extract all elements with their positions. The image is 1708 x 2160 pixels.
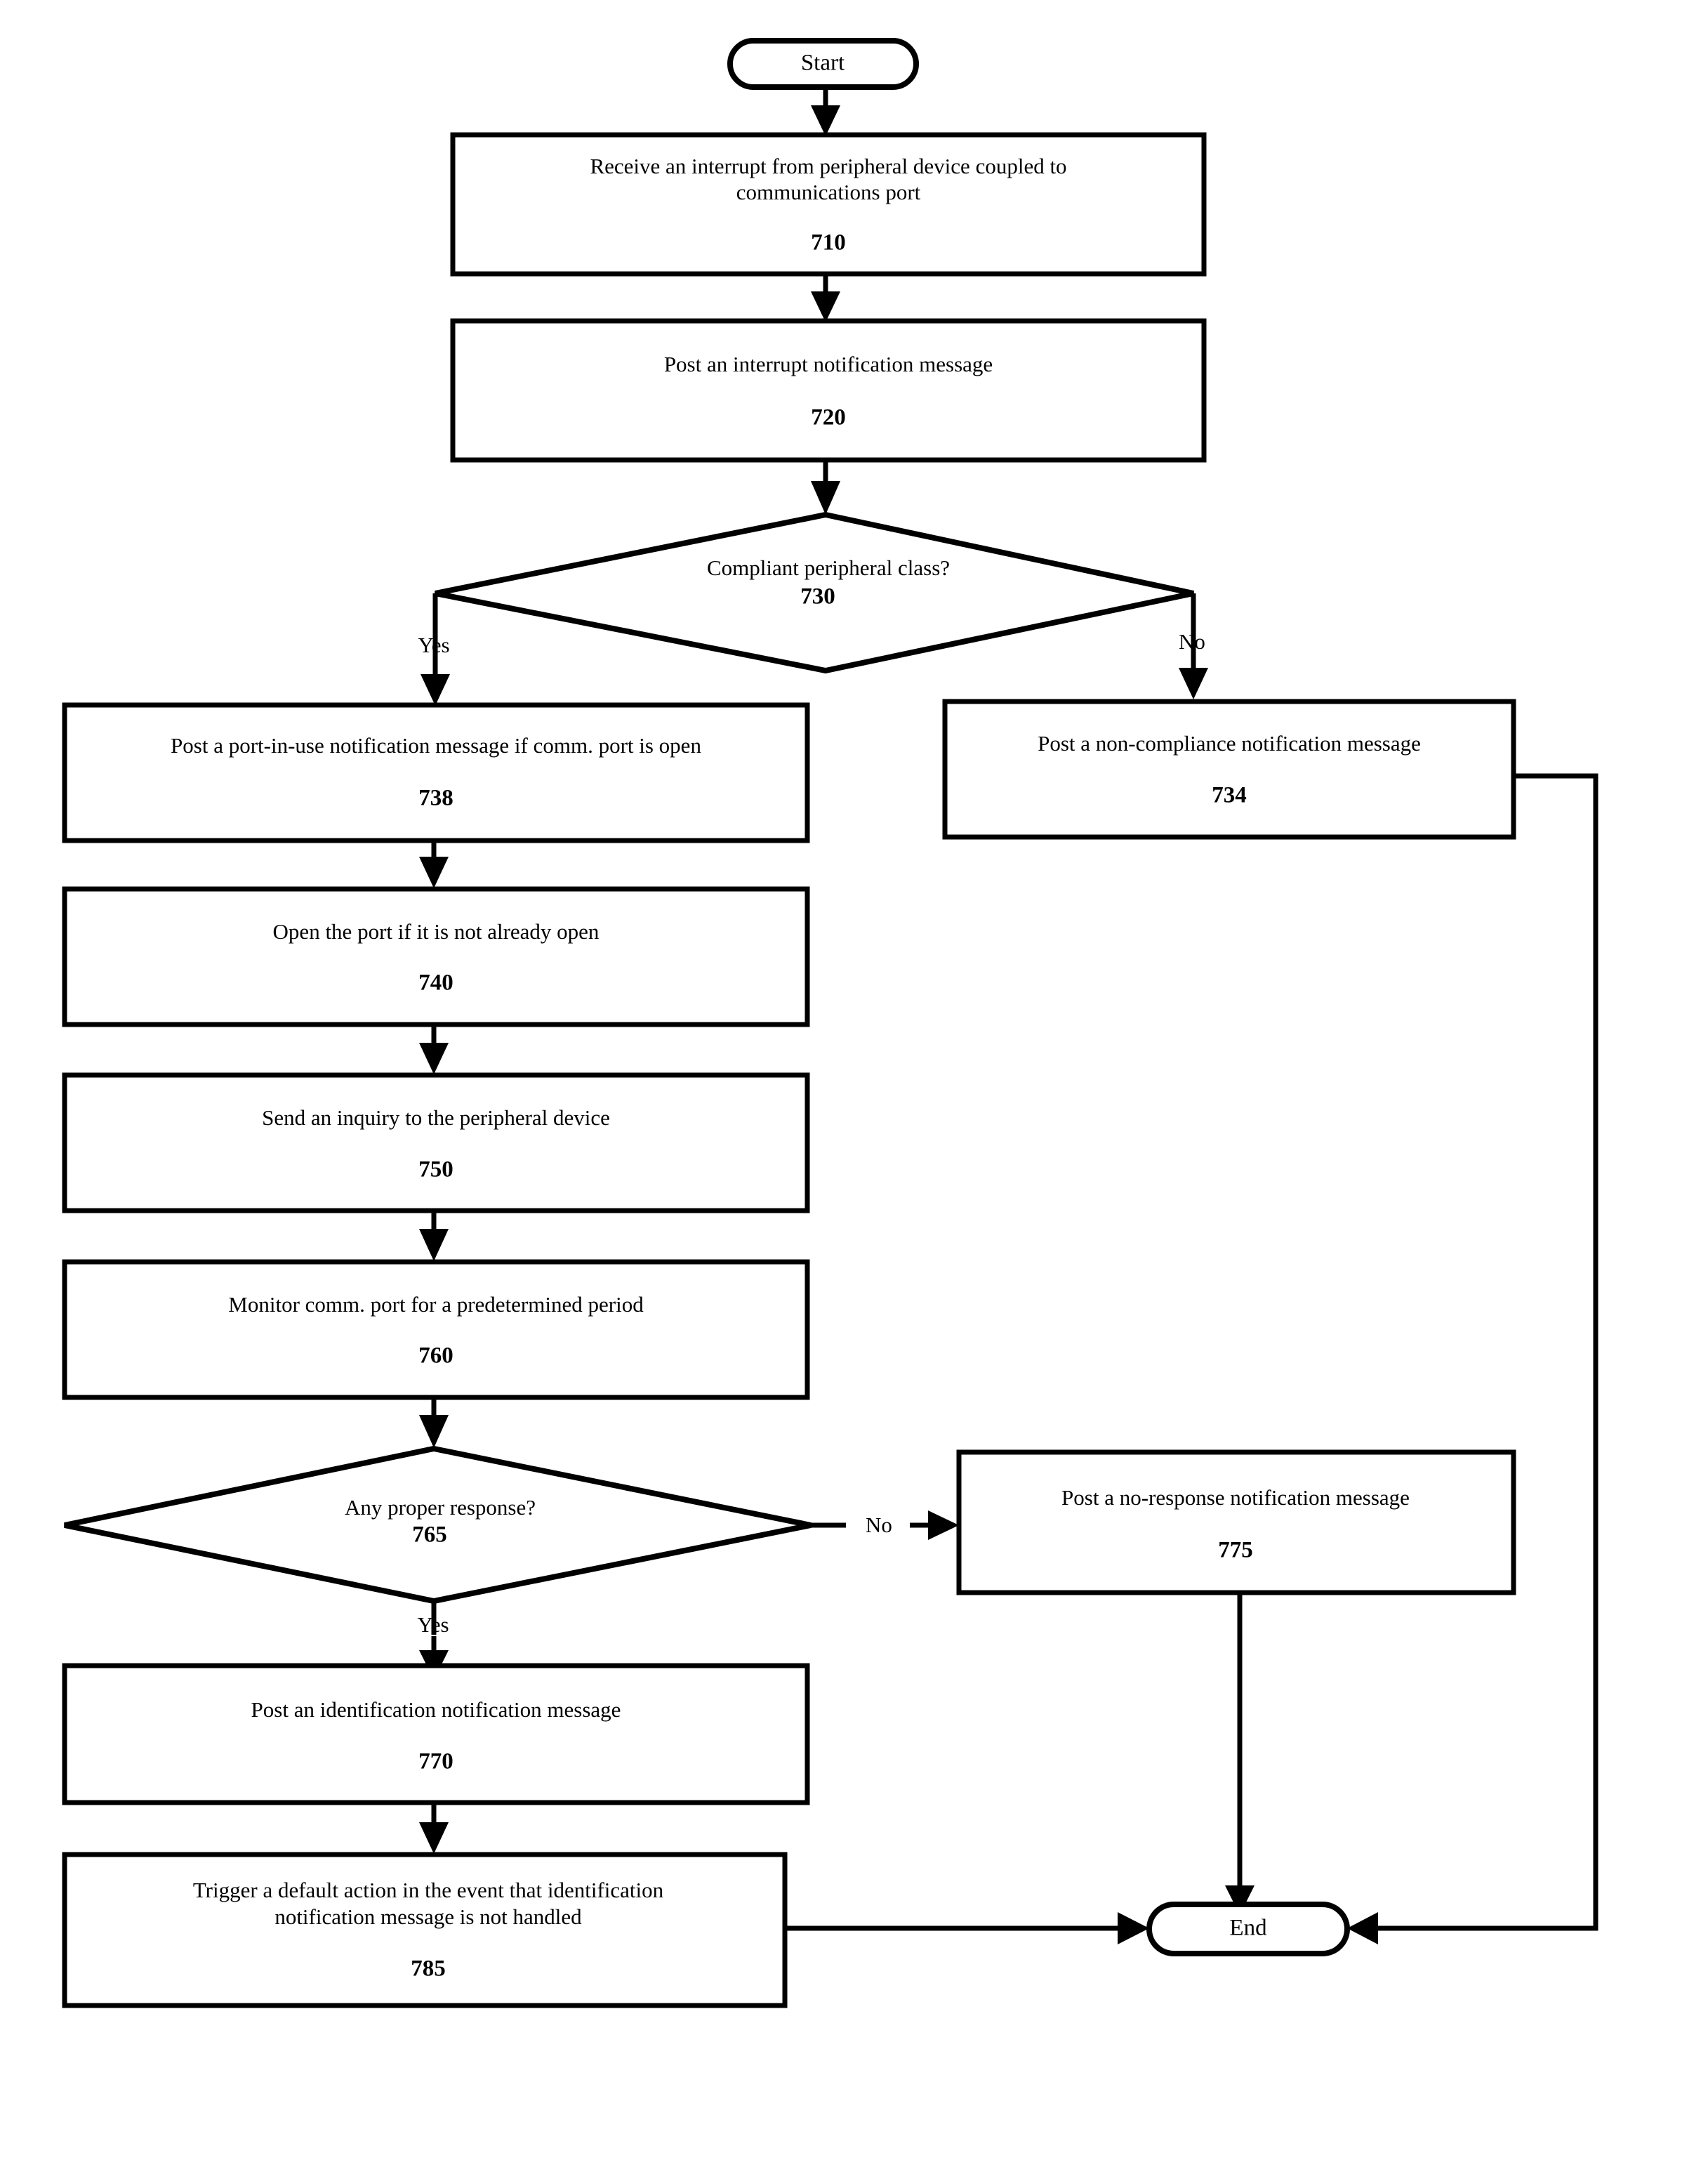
arrow-head-icon (1347, 1912, 1378, 1944)
decision-node-765[interactable]: Any proper response? 765 (64, 1445, 812, 1605)
process-node-710-line2: communications port (736, 180, 921, 204)
arrow-head-icon (1118, 1912, 1149, 1944)
process-node-738-shape (62, 702, 810, 843)
process-node-720-line1: Post an interrupt notification message (664, 352, 993, 376)
decision-node-730-label: Compliant peripheral class? (707, 555, 950, 580)
process-node-720-ref: 720 (811, 405, 846, 430)
process-node-785-line1: Trigger a default action in the event th… (193, 1878, 664, 1902)
process-node-738-line1: Post a port-in-use notification message … (171, 733, 701, 758)
process-node-710-line1: Receive an interrupt from peripheral dev… (590, 154, 1066, 178)
edge-740-to-750 (419, 1025, 449, 1074)
process-node-720[interactable]: Post an interrupt notification message 7… (450, 318, 1207, 463)
process-node-770[interactable]: Post an identification notification mess… (62, 1663, 810, 1805)
arrow-head-icon (1179, 668, 1208, 699)
process-node-785-ref: 785 (411, 1956, 446, 1982)
process-node-785-line2: notification message is not handled (274, 1904, 582, 1929)
process-node-775-shape (956, 1449, 1516, 1595)
edge-785-to-end (785, 1912, 1149, 1944)
decision-node-765-ref: 765 (412, 1522, 447, 1548)
arrow-head-icon (419, 1822, 449, 1854)
arrow-head-icon (419, 1415, 449, 1448)
process-node-750-ref: 750 (418, 1157, 454, 1183)
arrow-head-icon (811, 481, 840, 515)
process-node-734-line1: Post a non-compliance notification messa… (1038, 731, 1421, 756)
decision-node-765-label: Any proper response? (345, 1495, 536, 1520)
edge-750-to-760 (419, 1211, 449, 1261)
flowchart-canvas: Start Receive an interrupt from peripher… (62, 38, 1598, 2008)
process-node-770-ref: 770 (418, 1749, 454, 1774)
arrow-head-icon (928, 1510, 959, 1540)
process-node-770-line1: Post an identification notification mess… (251, 1697, 621, 1722)
process-node-770-shape (62, 1663, 810, 1805)
process-node-710-ref: 710 (811, 230, 846, 256)
process-node-740-shape (62, 886, 810, 1027)
edge-720-to-730 (811, 460, 840, 515)
terminator-start: Start (727, 38, 919, 90)
edge-label-730-no: No (1179, 629, 1205, 654)
arrow-head-icon (419, 857, 449, 888)
decision-node-730-ref: 730 (800, 584, 835, 610)
edge-760-to-765 (419, 1397, 449, 1448)
process-node-785[interactable]: Trigger a default action in the event th… (62, 1852, 788, 2008)
flowchart-page: Start Receive an interrupt from peripher… (0, 0, 1708, 2160)
process-node-775-ref: 775 (1218, 1538, 1253, 1563)
arrow-head-icon (419, 1229, 449, 1261)
edge-label-765-yes: Yes (417, 1612, 449, 1637)
terminator-end: End (1146, 1902, 1350, 1956)
process-node-760-shape (62, 1259, 810, 1400)
edge-730-no: No (1179, 593, 1208, 699)
process-node-710[interactable]: Receive an interrupt from peripheral dev… (450, 132, 1207, 277)
process-node-740-ref: 740 (418, 970, 454, 996)
arrow-head-icon (811, 105, 840, 136)
process-node-750[interactable]: Send an inquiry to the peripheral device… (62, 1072, 810, 1213)
edge-start-to-710 (811, 87, 840, 136)
process-node-750-line1: Send an inquiry to the peripheral device (262, 1105, 610, 1130)
process-node-734-ref: 734 (1212, 783, 1247, 808)
process-node-760-ref: 760 (418, 1343, 454, 1369)
process-node-775[interactable]: Post a no-response notification message … (956, 1449, 1516, 1595)
process-node-734[interactable]: Post a non-compliance notification messa… (942, 699, 1516, 840)
edge-710-to-720 (811, 274, 840, 322)
edge-label-730-yes: Yes (418, 633, 449, 657)
edge-770-to-785 (419, 1803, 449, 1854)
edge-line (1372, 773, 1598, 1931)
process-node-734-shape (942, 699, 1516, 840)
edge-765-no: No (811, 1510, 959, 1540)
process-node-740[interactable]: Open the port if it is not already open … (62, 886, 810, 1027)
terminator-end-label: End (1229, 1916, 1267, 1941)
edge-730-yes: Yes (418, 593, 450, 706)
edge-734-to-end (1347, 773, 1598, 1944)
process-node-740-line1: Open the port if it is not already open (273, 919, 600, 944)
process-node-738-ref: 738 (418, 786, 454, 811)
process-node-720-shape (450, 318, 1207, 463)
process-node-760[interactable]: Monitor comm. port for a predetermined p… (62, 1259, 810, 1400)
terminator-start-label: Start (801, 51, 845, 76)
arrow-head-icon (811, 291, 840, 322)
process-node-760-line1: Monitor comm. port for a predetermined p… (228, 1292, 644, 1317)
arrow-head-icon (421, 674, 450, 706)
edge-label-765-no: No (866, 1513, 892, 1537)
process-node-738[interactable]: Post a port-in-use notification message … (62, 702, 810, 843)
process-node-750-shape (62, 1072, 810, 1213)
arrow-head-icon (419, 1043, 449, 1074)
process-node-775-line1: Post a no-response notification message (1061, 1485, 1410, 1510)
edge-738-to-740 (419, 841, 449, 888)
decision-node-730[interactable]: Compliant peripheral class? 730 (435, 511, 1194, 674)
edge-775-to-end (1225, 1593, 1254, 1915)
